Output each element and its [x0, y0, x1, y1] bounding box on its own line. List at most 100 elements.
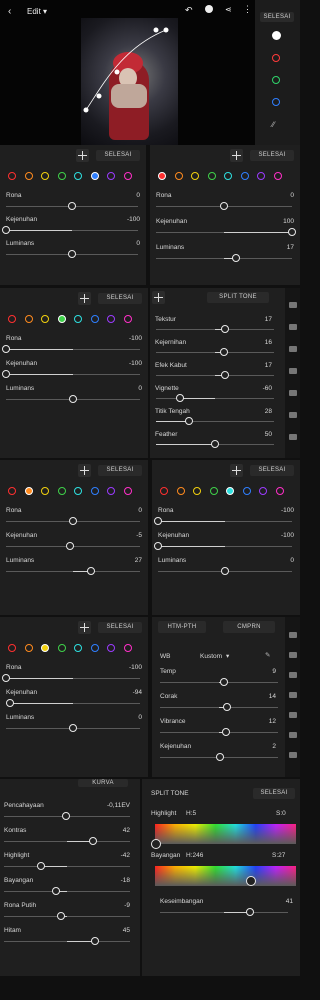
side-detail-icon[interactable]	[289, 368, 297, 374]
rail-done-button[interactable]: SELESAI	[260, 12, 294, 22]
mixer-p2-swatch-2[interactable]	[191, 172, 199, 180]
mixer-p2-swatch-6[interactable]	[257, 172, 265, 180]
mixer-p6-kej-slider-knob[interactable]	[6, 699, 15, 707]
mixer-p6-rona-slider-knob[interactable]	[2, 674, 10, 682]
mixer-p5-lum-slider-knob[interactable]	[221, 567, 229, 575]
mixer-p4-done-button[interactable]: SELESAI	[98, 465, 142, 476]
mixer-p5-rona-slider-knob[interactable]	[154, 517, 162, 525]
mixer-p6-lum-slider-knob[interactable]	[69, 724, 77, 732]
side-presets-icon[interactable]	[289, 434, 297, 440]
channel-red-button[interactable]	[272, 54, 280, 62]
mixer-p4-swatch-2[interactable]	[41, 487, 49, 495]
share-icon[interactable]: ⋖	[225, 5, 232, 14]
effects-titik-slider-knob[interactable]	[185, 417, 194, 425]
mixer-p4-swatch-0[interactable]	[8, 487, 16, 495]
mixer-p3-done-button[interactable]: SELESAI	[98, 293, 142, 304]
mixer-p4-swatch-5[interactable]	[90, 487, 99, 495]
side2-effect-icon[interactable]	[289, 672, 297, 678]
mixer-p3-swatch-0[interactable]	[8, 315, 16, 323]
mixer-p1-done-button[interactable]: SELESAI	[96, 150, 140, 161]
undo-icon[interactable]: ↶	[185, 5, 193, 16]
split-done-button[interactable]: SELESAI	[253, 788, 295, 799]
mixer-p2-done-button[interactable]: SELESAI	[250, 150, 294, 161]
eyedropper-icon[interactable]: ✎	[265, 651, 270, 659]
mixer-p6-swatch-2[interactable]	[41, 644, 49, 652]
curve-tab-button[interactable]: KURVA	[78, 779, 128, 787]
mixer-p5-swatch-7[interactable]	[275, 487, 284, 495]
mixer-p1-swatch-3[interactable]	[57, 172, 66, 180]
side2-presets-icon[interactable]	[289, 752, 297, 758]
effects-tekstur-slider-knob[interactable]	[221, 325, 230, 333]
mixer-p3-kej-slider-knob[interactable]	[2, 370, 10, 378]
light-pencahayaan-slider-knob[interactable]	[61, 812, 70, 820]
mixer-p4-swatch-4[interactable]	[74, 487, 82, 495]
wb-tab-compare[interactable]: CMPRN	[223, 621, 275, 633]
mixer-p3-swatch-1[interactable]	[24, 315, 33, 323]
mixer-p4-swatch-6[interactable]	[107, 487, 115, 495]
wb-tab-auto[interactable]: HTM-PTH	[158, 621, 206, 633]
mixer-p3-target-adjust-button[interactable]	[78, 292, 91, 305]
mixer-p2-swatch-7[interactable]	[273, 172, 282, 180]
mixer-p2-target-adjust-button[interactable]	[230, 149, 243, 162]
mixer-p1-swatch-1[interactable]	[24, 172, 33, 180]
mixer-p2-swatch-1[interactable]	[174, 172, 183, 180]
effects-target-button[interactable]	[152, 291, 165, 304]
highlight-color-field[interactable]	[155, 824, 296, 844]
mixer-p5-swatch-3[interactable]	[209, 487, 218, 495]
mixer-p4-swatch-1[interactable]	[24, 487, 33, 495]
mixer-p3-swatch-3[interactable]	[57, 315, 66, 323]
mixer-p2-kej-slider-knob[interactable]	[288, 228, 296, 236]
mixer-p1-swatch-2[interactable]	[41, 172, 49, 180]
side2-color-icon[interactable]	[289, 652, 297, 658]
mixer-p2-swatch-0[interactable]	[158, 172, 166, 180]
mixer-p4-swatch-3[interactable]	[57, 487, 66, 495]
mixer-p5-swatch-6[interactable]	[259, 487, 267, 495]
effects-vignette-slider-knob[interactable]	[175, 394, 184, 402]
mixer-p3-swatch-6[interactable]	[107, 315, 115, 323]
mixer-p5-swatch-1[interactable]	[176, 487, 185, 495]
mixer-p5-kej-slider-knob[interactable]	[154, 542, 162, 550]
mixer-p6-swatch-0[interactable]	[8, 644, 16, 652]
brush-icon[interactable]: ∕∕	[272, 120, 275, 129]
side2-detail-icon[interactable]	[289, 692, 297, 698]
side-optics-icon[interactable]	[289, 390, 297, 396]
side-effect-icon[interactable]	[289, 346, 297, 352]
mixer-p4-swatch-7[interactable]	[123, 487, 132, 495]
mixer-p1-lum-slider-knob[interactable]	[68, 250, 76, 258]
side2-geometry-icon[interactable]	[289, 732, 297, 738]
mixer-p1-swatch-0[interactable]	[8, 172, 16, 180]
mixer-p3-swatch-2[interactable]	[41, 315, 49, 323]
mixer-p6-done-button[interactable]: SELESAI	[98, 622, 142, 633]
mixer-p5-swatch-5[interactable]	[242, 487, 251, 495]
mixer-p2-lum-slider-knob[interactable]	[231, 254, 240, 262]
side-color-icon[interactable]	[289, 324, 297, 330]
mixer-p6-target-adjust-button[interactable]	[78, 621, 91, 634]
mixer-p5-swatch-4[interactable]	[226, 487, 234, 495]
mixer-p2-swatch-4[interactable]	[224, 172, 232, 180]
more-icon[interactable]: ⋮	[243, 4, 252, 15]
mixer-p3-swatch-7[interactable]	[123, 315, 132, 323]
edit-menu[interactable]: Edit ▾	[27, 7, 47, 16]
effects-feather-slider-knob[interactable]	[211, 440, 219, 448]
channel-green-button[interactable]	[272, 76, 280, 84]
mixer-p3-rona-slider-knob[interactable]	[2, 345, 10, 353]
side2-light-icon[interactable]	[289, 632, 297, 638]
mixer-p1-swatch-5[interactable]	[90, 172, 99, 180]
back-icon[interactable]: ‹	[8, 6, 11, 17]
mixer-p2-swatch-5[interactable]	[240, 172, 249, 180]
mixer-p6-swatch-3[interactable]	[57, 644, 66, 652]
light-highlight-slider-knob[interactable]	[36, 862, 45, 870]
mixer-p5-done-button[interactable]: SELESAI	[250, 465, 294, 476]
mixer-p3-swatch-4[interactable]	[74, 315, 82, 323]
effects-kabut-slider-knob[interactable]	[221, 371, 230, 379]
mixer-p4-target-adjust-button[interactable]	[78, 464, 91, 477]
mixer-p6-swatch-7[interactable]	[123, 644, 132, 652]
mixer-p1-rona-slider-knob[interactable]	[68, 202, 76, 210]
mixer-p5-swatch-0[interactable]	[160, 487, 168, 495]
split-tone-button[interactable]: SPLIT TONE	[207, 292, 269, 303]
mixer-p2-swatch-3[interactable]	[207, 172, 216, 180]
mixer-p6-swatch-5[interactable]	[90, 644, 99, 652]
light-bayangan-slider-knob[interactable]	[51, 887, 60, 895]
mixer-p6-swatch-6[interactable]	[107, 644, 115, 652]
mixer-p4-kej-slider-knob[interactable]	[65, 542, 74, 550]
